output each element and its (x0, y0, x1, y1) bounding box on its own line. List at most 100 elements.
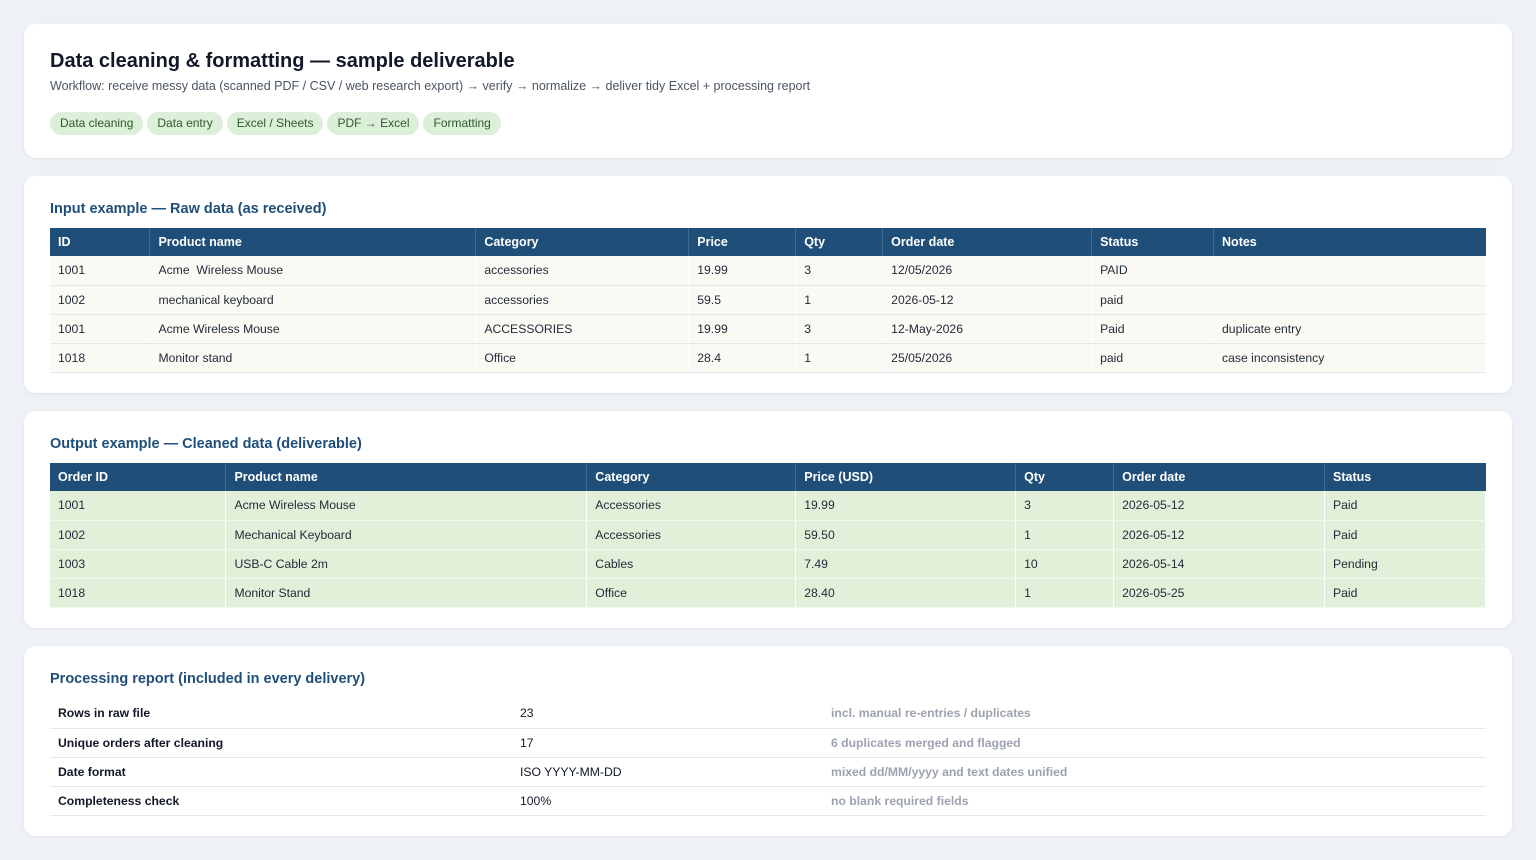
table-cell: 2026-05-12 (1113, 520, 1326, 550)
column-header: Product name (149, 228, 477, 256)
table-cell: case inconsistency (1213, 343, 1486, 373)
table-row: 1003 USB-C Cable 2m Cables 7.49 10 2026-… (50, 549, 1486, 579)
column-header: ID (50, 228, 151, 256)
table-cell: 1 (1015, 578, 1115, 608)
table-cell: 12-May-2026 (882, 314, 1093, 344)
table-cell: 59.5 (688, 285, 797, 315)
raw-data-table: ID Product name Category Price Qty Order… (50, 228, 1486, 373)
report-value: 17 (512, 728, 823, 758)
table-cell: 1018 (50, 578, 227, 608)
processing-report-card: Processing report (included in every del… (24, 646, 1512, 836)
table-cell: Paid (1324, 491, 1486, 521)
table-cell: duplicate entry (1213, 314, 1486, 344)
table-cell: Paid (1324, 520, 1486, 550)
column-header: Order ID (50, 463, 227, 491)
table-cell: mechanical keyboard (149, 285, 477, 315)
table-row: 1018 Monitor stand Office 28.4 1 25/05/2… (50, 343, 1486, 373)
table-cell: paid (1091, 285, 1215, 315)
table-cell: ACCESSORIES (475, 314, 690, 344)
column-header: Status (1324, 463, 1486, 491)
table-cell: 2026-05-14 (1113, 549, 1326, 579)
tag-formatting: Formatting (423, 112, 501, 135)
table-cell: USB-C Cable 2m (225, 549, 588, 579)
column-header: Category (586, 463, 797, 491)
report-row: Completeness check 100% no blank require… (50, 786, 1486, 816)
report-value: ISO YYYY-MM-DD (512, 757, 823, 787)
table-cell: Accessories (586, 520, 797, 550)
table-cell: Paid (1324, 578, 1486, 608)
report-section-title: Processing report (included in every del… (50, 671, 366, 687)
table-cell: 1018 (50, 343, 151, 373)
table-cell: Pending (1324, 549, 1486, 579)
report-label: Rows in raw file (50, 699, 512, 729)
table-row: 1001 Acme Wireless Mouse accessories 19.… (50, 256, 1486, 286)
table-cell: 28.40 (795, 578, 1017, 608)
table-cell: 1001 (50, 256, 151, 286)
table-cell: 12/05/2026 (882, 256, 1093, 286)
table-cell: 2026-05-12 (1113, 491, 1326, 521)
tag-data-entry: Data entry (147, 112, 223, 135)
table-cell: 2026-05-25 (1113, 578, 1326, 608)
table-cell: 7.49 (795, 549, 1017, 579)
table-cell: 19.99 (795, 491, 1017, 521)
tag-pdf-to-excel: PDF → Excel (327, 112, 420, 135)
processing-report-table: Rows in raw file 23 incl. manual re-entr… (50, 699, 1486, 816)
column-header: Qty (1015, 463, 1115, 491)
table-cell: Office (475, 343, 690, 373)
table-cell: Office (586, 578, 797, 608)
table-cell: Accessories (586, 491, 797, 521)
table-cell: 3 (795, 256, 884, 286)
header-card: Data cleaning & formatting — sample deli… (24, 24, 1512, 158)
table-cell: 28.4 (688, 343, 797, 373)
table-cell: 3 (795, 314, 884, 344)
column-header: Order date (1113, 463, 1326, 491)
clean-data-card: Output example — Cleaned data (deliverab… (24, 411, 1512, 628)
table-cell: 1001 (50, 314, 151, 344)
table-cell: 1 (1015, 520, 1115, 550)
table-cell: paid (1091, 343, 1215, 373)
raw-section-title: Input example — Raw data (as received) (50, 201, 327, 217)
table-cell: Mechanical Keyboard (225, 520, 588, 550)
table-header-row: Order ID Product name Category Price (US… (50, 463, 1486, 491)
table-cell: 3 (1015, 491, 1115, 521)
table-cell: 1001 (50, 491, 227, 521)
report-label: Unique orders after cleaning (50, 728, 512, 758)
report-label: Completeness check (50, 786, 512, 816)
report-note: mixed dd/MM/yyyy and text dates unified (823, 757, 1486, 787)
table-cell: accessories (475, 256, 690, 286)
report-row: Rows in raw file 23 incl. manual re-entr… (50, 699, 1486, 729)
page-subtitle: Workflow: receive messy data (scanned PD… (50, 79, 811, 93)
clean-data-table: Order ID Product name Category Price (US… (50, 463, 1486, 608)
table-cell: 1002 (50, 285, 151, 315)
clean-section-title: Output example — Cleaned data (deliverab… (50, 436, 362, 452)
table-cell: 10 (1015, 549, 1115, 579)
table-cell: 2026-05-12 (882, 285, 1093, 315)
table-cell: 1 (795, 285, 884, 315)
table-cell: 19.99 (688, 314, 797, 344)
table-cell: 1002 (50, 520, 227, 550)
table-cell: Paid (1091, 314, 1215, 344)
table-cell: 59.50 (795, 520, 1017, 550)
table-header-row: ID Product name Category Price Qty Order… (50, 228, 1486, 256)
report-note: incl. manual re-entries / duplicates (823, 699, 1486, 729)
column-header: Status (1091, 228, 1215, 256)
report-note: no blank required fields (823, 786, 1486, 816)
column-header: Notes (1213, 228, 1486, 256)
table-row: 1001 Acme Wireless Mouse ACCESSORIES 19.… (50, 314, 1486, 344)
tag-list: Data cleaning Data entry Excel / Sheets … (50, 112, 501, 135)
column-header: Category (475, 228, 690, 256)
raw-data-card: Input example — Raw data (as received) I… (24, 176, 1512, 393)
report-row: Unique orders after cleaning 17 6 duplic… (50, 728, 1486, 758)
table-cell (1213, 256, 1486, 286)
table-cell: Acme Wireless Mouse (149, 256, 477, 286)
table-cell: Monitor stand (149, 343, 477, 373)
report-label: Date format (50, 757, 512, 787)
tag-data-cleaning: Data cleaning (50, 112, 144, 135)
table-cell: Acme Wireless Mouse (149, 314, 477, 344)
page-title: Data cleaning & formatting — sample deli… (50, 50, 515, 72)
table-cell: Acme Wireless Mouse (225, 491, 588, 521)
table-cell: Cables (586, 549, 797, 579)
report-row: Date format ISO YYYY-MM-DD mixed dd/MM/y… (50, 757, 1486, 787)
report-value: 100% (512, 786, 823, 816)
table-cell: PAID (1091, 256, 1215, 286)
